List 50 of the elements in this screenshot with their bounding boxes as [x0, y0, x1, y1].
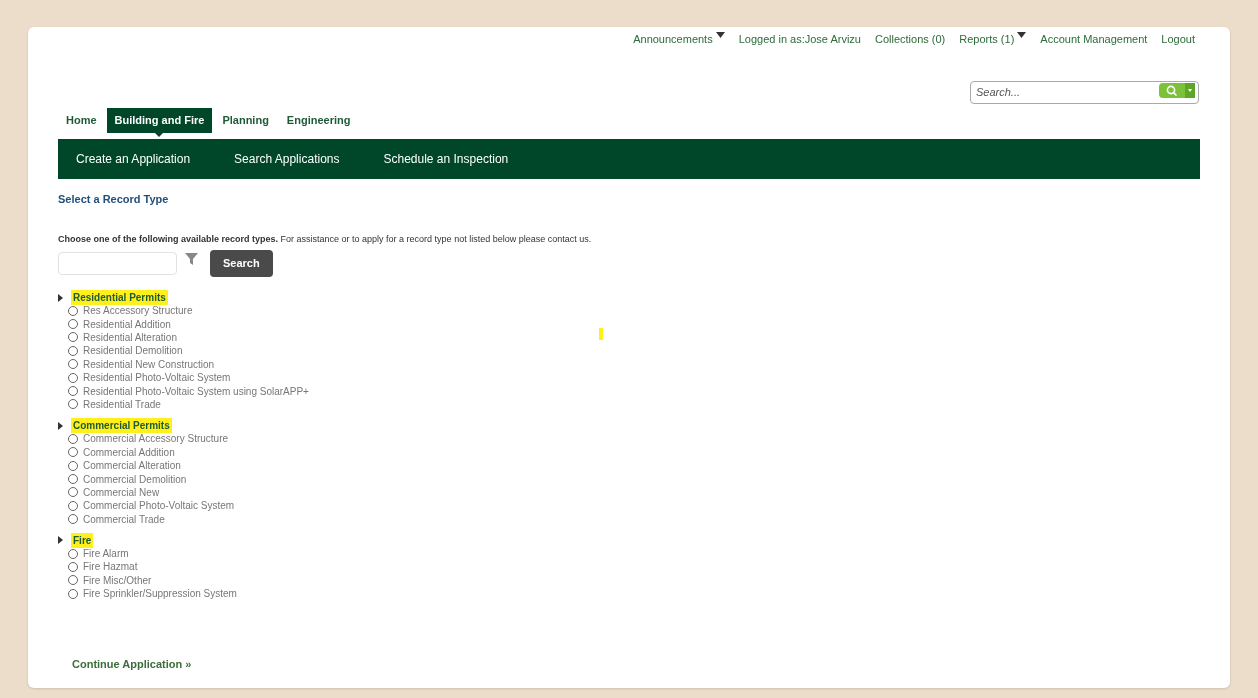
record-type-label: Commercial Accessory Structure: [83, 432, 229, 447]
expand-arrow-icon[interactable]: [58, 536, 63, 545]
page-title: Select a Record Type: [58, 192, 170, 207]
caret-icon: [715, 31, 725, 38]
record-type-label: Residential Addition: [83, 317, 171, 332]
record-type-label: Fire Sprinkler/Suppression System: [83, 587, 237, 602]
top-link[interactable]: Logout: [1161, 30, 1195, 48]
search-button[interactable]: Search: [210, 250, 273, 277]
record-type-label: Commercial Trade: [83, 512, 165, 527]
record-type-label: Fire Misc/Other: [83, 573, 152, 588]
record-type-label: Res Accessory Structure: [83, 304, 193, 319]
top-link[interactable]: Collections (0): [875, 30, 946, 48]
record-type-label: Commercial Demolition: [83, 472, 187, 487]
record-type-label: Fire Alarm: [83, 547, 129, 562]
group-label[interactable]: Fire: [71, 532, 94, 548]
caret-icon: [1188, 89, 1192, 92]
nav-tab[interactable]: Planning: [214, 108, 277, 133]
nav-tab[interactable]: Engineering: [278, 108, 359, 133]
record-type-label: Residential Demolition: [83, 344, 183, 359]
record-type-label: Fire Hazmat: [83, 560, 138, 575]
sub-nav-link[interactable]: Create an Application: [76, 150, 191, 168]
search-button[interactable]: [1159, 83, 1195, 98]
group-label[interactable]: Residential Permits: [71, 290, 168, 305]
instructions-text: Choose one of the following available record types. For assistance or to apply for a record type not listed below please contact us.: [58, 232, 593, 246]
sub-nav-link[interactable]: Search Applications: [234, 150, 340, 168]
filter-icon: [185, 253, 198, 265]
nav-tab[interactable]: Home: [58, 108, 105, 133]
top-link[interactable]: Account Management: [1040, 30, 1148, 48]
record-type-label: Commercial Addition: [83, 445, 175, 460]
search-icon: [1166, 84, 1178, 97]
continue-link[interactable]: Continue Application »: [72, 656, 1200, 673]
dropdown-menu-link[interactable]: Reports (1): [959, 30, 1027, 48]
caret-icon: [1017, 31, 1027, 38]
highlight-mark: [599, 328, 603, 340]
expand-arrow-icon[interactable]: [58, 421, 63, 430]
record-type-label: Residential Alteration: [83, 331, 177, 345]
search-field[interactable]: Search...: [970, 80, 1199, 104]
record-type-label: Residential Photo-Voltaic System using SolarAPP+: [83, 384, 309, 399]
record-type-label: Commercial Alteration: [83, 459, 181, 474]
top-link[interactable]: Logged in as:Jose Arvizu: [738, 30, 861, 48]
record-type-label: Residential Photo-Voltaic System: [83, 371, 231, 386]
record-type-label: Commercial New: [83, 485, 160, 500]
expand-arrow-icon[interactable]: [58, 293, 63, 302]
record-type-label: Commercial Photo-Voltaic System: [83, 499, 235, 514]
dropdown-menu-link[interactable]: Announcements: [633, 30, 725, 48]
filter-field[interactable]: [58, 252, 177, 275]
record-type-label: Residential Trade: [83, 397, 161, 412]
sub-nav-link[interactable]: Schedule an Inspection: [383, 150, 509, 168]
group-label[interactable]: Commercial Permits: [71, 418, 172, 434]
record-type-label: Residential New Construction: [83, 357, 215, 372]
